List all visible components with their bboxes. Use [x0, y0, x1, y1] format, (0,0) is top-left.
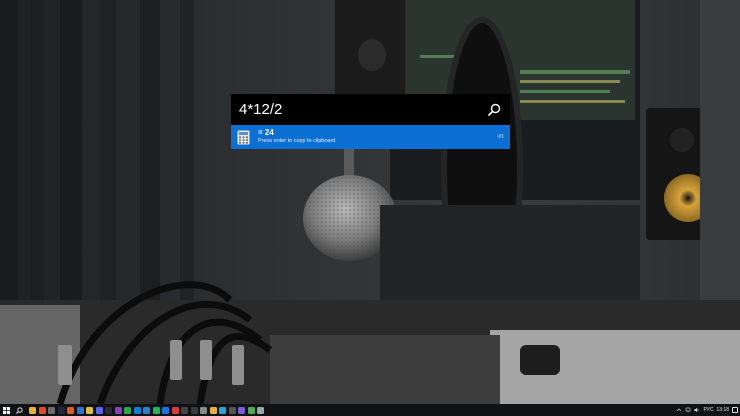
calendar-icon[interactable] — [171, 406, 179, 414]
camera-icon[interactable] — [181, 406, 188, 414]
maps-icon[interactable] — [124, 406, 131, 414]
app-icon[interactable] — [228, 406, 236, 414]
file-explorer-icon[interactable] — [29, 406, 36, 414]
chat-icon[interactable] — [133, 406, 141, 414]
steam-icon[interactable] — [57, 406, 65, 414]
browser-icon[interactable] — [38, 406, 46, 414]
app3-icon[interactable] — [247, 406, 255, 414]
start-icon[interactable] — [0, 404, 12, 416]
terminal-icon[interactable] — [105, 406, 112, 414]
taskbar: РУС 13:18 — [0, 404, 740, 416]
system-tray: РУС 13:18 — [676, 404, 738, 416]
taskbar-apps — [29, 406, 264, 414]
video-icon[interactable] — [200, 406, 207, 414]
result-subtitle: Press enter to copy to clipboard — [258, 138, 336, 145]
notes-icon[interactable] — [86, 406, 93, 414]
query-bar — [231, 94, 510, 125]
search-icon[interactable] — [486, 102, 502, 118]
app4-icon[interactable] — [257, 406, 264, 414]
store-icon[interactable] — [76, 406, 84, 414]
network-icon[interactable] — [685, 407, 691, 413]
calculator-icon[interactable] — [190, 406, 198, 414]
code-editor-icon[interactable] — [143, 406, 150, 414]
notifications-icon[interactable] — [732, 407, 738, 413]
desktop-wallpaper — [0, 0, 740, 416]
chevron-up-icon[interactable] — [676, 407, 682, 413]
taskbar-search-icon[interactable] — [12, 404, 26, 416]
photos-icon[interactable] — [114, 406, 122, 414]
discord-icon[interactable] — [95, 406, 103, 414]
language-indicator[interactable]: РУС — [703, 407, 713, 413]
media-player-icon[interactable] — [67, 406, 74, 414]
calculator-icon — [237, 130, 250, 145]
clock[interactable]: 13:18 — [716, 407, 729, 413]
music-icon[interactable] — [152, 406, 160, 414]
app2-icon[interactable] — [238, 406, 245, 414]
result-title: = 24 — [258, 128, 274, 138]
mail-icon[interactable] — [162, 406, 169, 414]
query-input[interactable] — [239, 101, 486, 118]
telegram-icon[interactable] — [219, 406, 226, 414]
result-text: = 24 Press enter to copy to clipboard — [258, 129, 498, 145]
volume-icon[interactable] — [694, 407, 700, 413]
settings-icon[interactable] — [48, 406, 55, 414]
chrome-icon[interactable] — [209, 406, 217, 414]
launcher-window: = 24 Press enter to copy to clipboard #1 — [231, 94, 510, 149]
result-item[interactable]: = 24 Press enter to copy to clipboard #1 — [231, 125, 510, 149]
result-hotkey: #1 — [497, 134, 504, 140]
